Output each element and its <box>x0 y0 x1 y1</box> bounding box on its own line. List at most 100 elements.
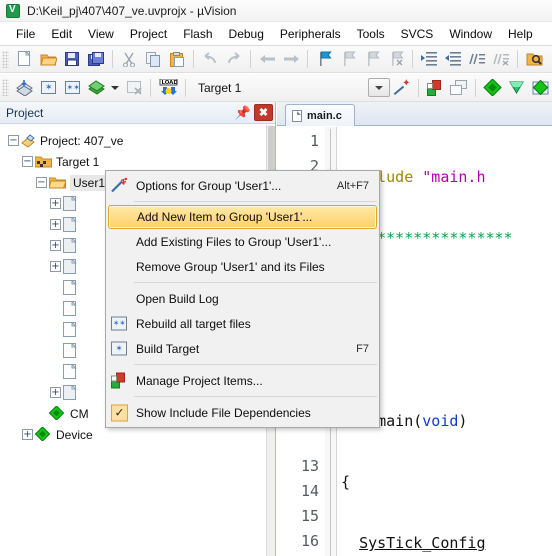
project-context-menu: Options for Group 'User1'... Alt+F7 Add … <box>105 170 380 428</box>
expander-icon[interactable]: + <box>50 261 61 272</box>
menu-item-rebuild-all-target-files[interactable]: ✶✶ Rebuild all target files <box>106 311 379 336</box>
tree-item-label: CM <box>70 406 89 421</box>
manage-project-items-icon[interactable] <box>424 77 446 98</box>
menu-edit[interactable]: Edit <box>43 25 80 43</box>
menu-bar: File Edit View Project Flash Debug Perip… <box>0 22 552 46</box>
target-dropdown-button[interactable] <box>368 78 390 97</box>
pack-installer-icon[interactable] <box>481 77 503 98</box>
target-options-icon[interactable] <box>391 77 413 98</box>
target-selector-value[interactable]: Target 1 <box>198 81 241 95</box>
expander-icon[interactable]: + <box>22 429 33 440</box>
outdent-icon[interactable] <box>442 49 464 70</box>
paste-icon[interactable] <box>166 49 188 70</box>
source-file-icon <box>63 216 80 232</box>
menu-item-options-for-group[interactable]: Options for Group 'User1'... Alt+F7 <box>106 173 379 198</box>
menu-help[interactable]: Help <box>500 25 541 43</box>
menu-item-accelerator: Alt+F7 <box>336 179 369 192</box>
svg-text:✶✶: ✶✶ <box>113 318 126 327</box>
expander-icon[interactable]: − <box>22 156 33 167</box>
tree-item-label: Project: 407_ve <box>40 133 124 148</box>
manage-run-time-icon[interactable] <box>529 77 551 98</box>
menu-project[interactable]: Project <box>122 25 175 43</box>
open-file-icon[interactable] <box>37 49 59 70</box>
download-icon[interactable]: LOAD <box>156 77 180 98</box>
menu-item-build-target[interactable]: ✶ Build Target F7 <box>106 336 379 361</box>
bookmark-toggle-icon[interactable] <box>313 49 335 70</box>
tree-item-target-1[interactable]: − Target 1 <box>4 151 266 172</box>
cut-icon[interactable] <box>118 49 140 70</box>
tab-main-c[interactable]: main.c <box>285 104 355 126</box>
toolbar-separator <box>112 50 113 68</box>
menu-item-add-new-item[interactable]: Add New Item to Group 'User1'... <box>108 205 377 229</box>
expander-icon[interactable]: + <box>50 240 61 251</box>
build-icon: ✶ <box>111 340 129 357</box>
menu-svcs[interactable]: SVCS <box>393 25 442 43</box>
toolbar-grip-2[interactable] <box>2 79 9 96</box>
menu-item-remove-group[interactable]: Remove Group 'User1' and its Files <box>106 254 379 279</box>
source-file-icon <box>63 384 80 400</box>
expander-icon[interactable]: + <box>50 219 61 230</box>
expander-icon[interactable]: + <box>50 198 61 209</box>
save-icon[interactable] <box>61 49 83 70</box>
redo-icon[interactable] <box>223 49 245 70</box>
build-icon[interactable]: ✶ <box>37 77 59 98</box>
project-icon <box>21 133 36 148</box>
translate-icon[interactable] <box>13 77 35 98</box>
comment-icon[interactable] <box>466 49 488 70</box>
source-file-icon <box>63 300 80 316</box>
new-file-icon[interactable] <box>13 49 35 70</box>
pin-icon[interactable]: 📌 <box>234 104 252 122</box>
close-icon[interactable]: ✖ <box>254 104 273 121</box>
menu-item-manage-project-items[interactable]: Manage Project Items... <box>106 368 379 393</box>
bookmark-prev-icon[interactable] <box>337 49 359 70</box>
bookmark-next-icon[interactable] <box>361 49 383 70</box>
multi-project-icon[interactable] <box>448 77 470 98</box>
expander-icon[interactable]: + <box>50 387 61 398</box>
navigate-back-icon[interactable] <box>256 49 278 70</box>
source-file-icon <box>63 279 80 295</box>
bookmark-clear-icon[interactable] <box>385 49 407 70</box>
stop-build-icon[interactable] <box>123 77 145 98</box>
menu-item-open-build-log[interactable]: Open Build Log <box>106 286 379 311</box>
configuration-wizard-icon[interactable] <box>505 77 527 98</box>
undo-icon[interactable] <box>199 49 221 70</box>
folder-icon <box>48 175 67 190</box>
menu-window[interactable]: Window <box>441 25 500 43</box>
batch-build-dropdown-icon[interactable] <box>109 77 121 98</box>
menu-file[interactable]: File <box>8 25 43 43</box>
line-number: 16 <box>300 532 319 550</box>
menu-debug[interactable]: Debug <box>221 25 272 43</box>
toolbar-separator <box>193 50 194 68</box>
menu-view[interactable]: View <box>80 25 122 43</box>
tree-item-project-root[interactable]: − Project: 407_ve <box>4 130 266 151</box>
menu-item-show-include-file-dependencies[interactable]: ✓ Show Include File Dependencies <box>106 400 379 425</box>
save-all-icon[interactable] <box>85 49 107 70</box>
menu-item-label: Options for Group 'User1'... <box>136 178 282 193</box>
menu-item-label: Add New Item to Group 'User1'... <box>137 210 313 224</box>
toolbar-grip[interactable] <box>2 50 9 68</box>
find-in-files-icon[interactable] <box>523 49 545 70</box>
menu-flash[interactable]: Flash <box>175 25 220 43</box>
toolbar-separator <box>307 50 308 68</box>
expander-icon[interactable]: − <box>36 177 47 188</box>
rebuild-all-icon[interactable]: ✶✶ <box>61 77 83 98</box>
batch-build-icon[interactable] <box>85 77 107 98</box>
tree-item-label: User1 <box>70 174 109 191</box>
target-folder-icon <box>34 154 52 169</box>
tab-label: main.c <box>307 109 342 122</box>
menu-peripherals[interactable]: Peripherals <box>272 25 349 43</box>
navigate-forward-icon[interactable] <box>280 49 302 70</box>
rebuild-icon: ✶✶ <box>111 315 129 332</box>
code-line: { <box>341 473 351 491</box>
checkbox-checked-icon: ✓ <box>111 404 129 421</box>
indent-icon[interactable] <box>418 49 440 70</box>
component-icon <box>34 426 52 442</box>
uncomment-icon[interactable] <box>490 49 512 70</box>
expander-icon[interactable]: − <box>8 135 19 146</box>
toolbar-main: R <box>0 46 552 73</box>
toolbar-separator-5 <box>475 78 476 97</box>
component-icon <box>48 405 66 421</box>
menu-item-add-existing-files[interactable]: Add Existing Files to Group 'User1'... <box>106 229 379 254</box>
menu-tools[interactable]: Tools <box>349 25 393 43</box>
copy-icon[interactable] <box>142 49 164 70</box>
